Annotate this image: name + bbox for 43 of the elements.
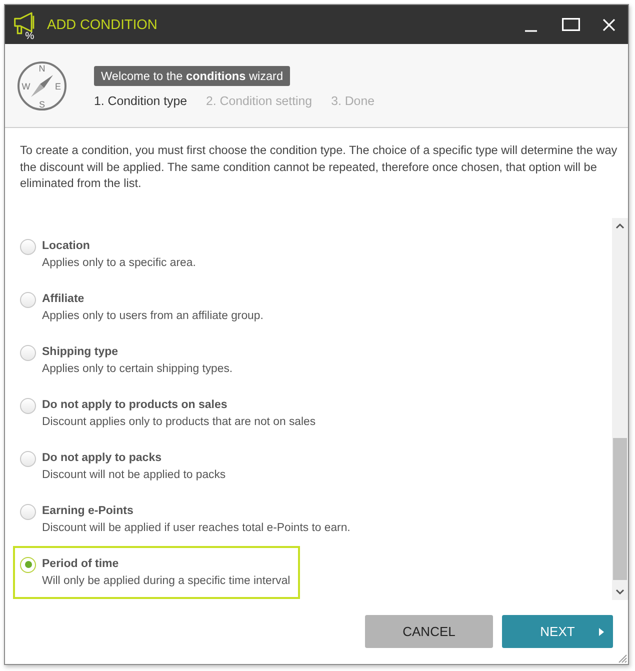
- option-title: Do not apply to products on sales: [42, 398, 228, 413]
- option-description: Discount will be applied if user reaches total e-Points to earn.: [42, 521, 350, 536]
- radio-button[interactable]: [20, 344, 36, 360]
- condition-option[interactable]: Do not apply to products on sales Discount applies only to products that are not on sales: [13, 387, 326, 440]
- condition-option[interactable]: Location Applies only to a specific area.: [13, 228, 206, 281]
- radio-button[interactable]: [20, 238, 36, 254]
- resize-grip-icon[interactable]: [617, 653, 627, 663]
- radio-button[interactable]: [20, 398, 36, 414]
- condition-option[interactable]: Affiliate Applies only to users from an affiliate group.: [13, 281, 274, 334]
- close-icon: [603, 18, 615, 30]
- wizard-step: 1. Condition type: [94, 94, 187, 108]
- intro-text: To create a condition, you must first choose the condition type. The choice of a specific type will determine the way the discount will be applied. The same condition cannot be repeated, therefore once chosen, that option will be eliminated from the list.: [20, 142, 618, 192]
- option-title: Affiliate: [42, 292, 84, 307]
- option-description: Applies only to a specific area.: [42, 256, 196, 271]
- radio-button[interactable]: [20, 292, 36, 308]
- option-description: Will only be applied during a specific time interval: [42, 574, 290, 589]
- caret-right-icon: [599, 628, 604, 636]
- welcome-banner: Welcome to the conditions wizard: [94, 66, 290, 86]
- option-description: Discount will not be applied to packs: [42, 468, 226, 483]
- condition-option[interactable]: Earning e-Points Discount will be applied if user reaches total e-Points to earn.: [13, 493, 360, 546]
- condition-option[interactable]: Period of time Will only be applied during a specific time interval: [13, 546, 300, 599]
- option-description: Discount applies only to products that are not on sales: [42, 415, 316, 430]
- window-title: ADD CONDITION: [47, 17, 158, 32]
- maximize-icon: [562, 18, 580, 31]
- option-title: Do not apply to packs: [42, 451, 162, 466]
- wizard-step: 2. Condition setting: [206, 94, 312, 108]
- option-description: Applies only to users from an affiliate group.: [42, 309, 264, 324]
- condition-option[interactable]: Do not apply to packs Discount will not be applied to packs: [13, 440, 236, 493]
- option-title: Earning e-Points: [42, 504, 134, 519]
- minimize-icon: [525, 30, 537, 32]
- option-title: Shipping type: [42, 345, 118, 360]
- condition-option[interactable]: Shipping type Applies only to certain shipping types.: [13, 334, 243, 387]
- scrollbar[interactable]: [612, 218, 628, 600]
- wizard-step: 3. Done: [331, 94, 374, 108]
- option-description: Applies only to certain shipping types.: [42, 362, 233, 377]
- radio-button[interactable]: [20, 450, 36, 466]
- radio-button[interactable]: [20, 556, 36, 572]
- option-title: Location: [42, 239, 90, 254]
- cancel-button[interactable]: CANCEL: [365, 615, 493, 648]
- radio-button[interactable]: [20, 504, 36, 520]
- option-title: Period of time: [42, 557, 119, 572]
- scrollbar-thumb[interactable]: [613, 438, 627, 580]
- next-button[interactable]: NEXT: [502, 615, 613, 648]
